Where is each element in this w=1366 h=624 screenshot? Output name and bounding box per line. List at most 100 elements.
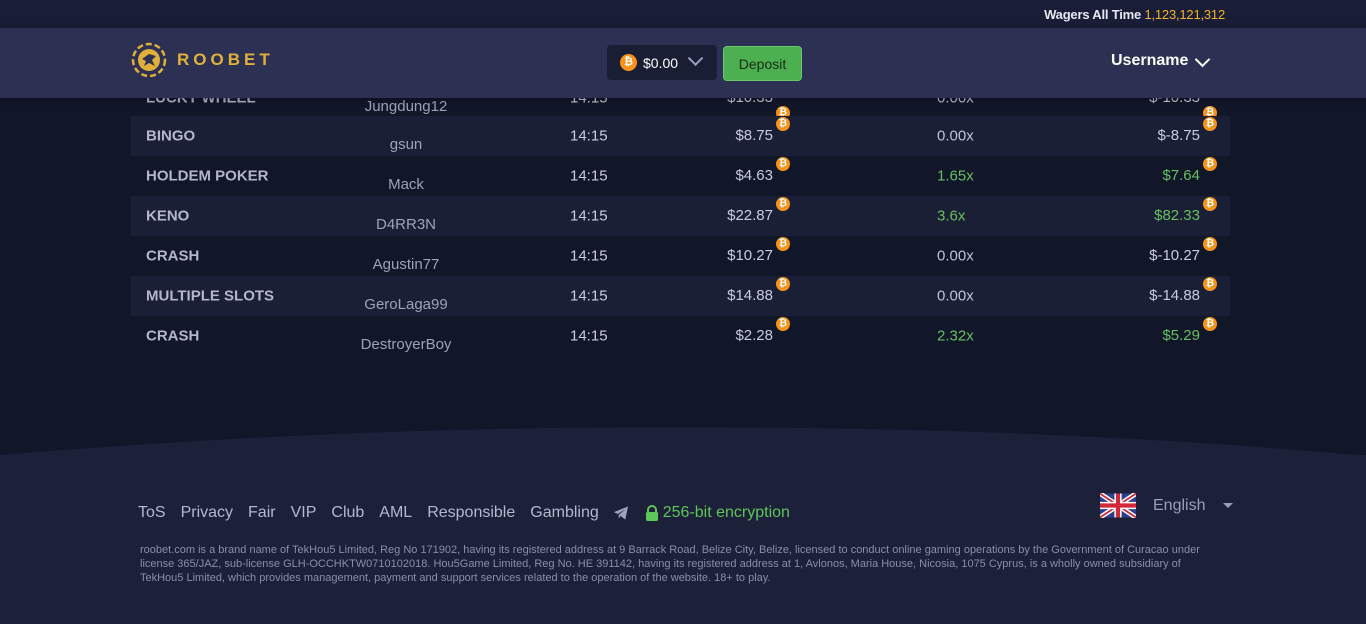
- payout-cell: $5.29₿: [1162, 317, 1217, 345]
- payout-amount: $82.33: [1154, 207, 1200, 224]
- payout-amount: $5.29: [1162, 327, 1200, 344]
- username[interactable]: GeroLaga99: [364, 296, 447, 313]
- bet-time: 14:15: [570, 167, 608, 185]
- payout-amount: $-14.88: [1149, 287, 1200, 304]
- bitcoin-icon: ₿: [776, 157, 790, 171]
- multiplier: 2.32x: [937, 327, 974, 345]
- bitcoin-icon: ₿: [1203, 117, 1217, 131]
- wagers-label: Wagers All Time: [1044, 7, 1142, 22]
- bitcoin-icon: ₿: [1203, 157, 1217, 171]
- game-name[interactable]: KENO: [146, 208, 189, 225]
- bet-amount: $4.63: [735, 167, 773, 184]
- top-strip: Wagers All Time 1,123,121,312: [0, 0, 1366, 28]
- logo-text: ROOBET: [177, 50, 274, 69]
- game-name[interactable]: MULTIPLE SLOTS: [146, 288, 274, 305]
- footer-link-responsible[interactable]: Responsible: [427, 504, 515, 522]
- payout-cell: $-14.88₿: [1149, 277, 1217, 305]
- footer-link-tos[interactable]: ToS: [138, 504, 166, 522]
- footer-link-privacy[interactable]: Privacy: [181, 504, 233, 522]
- site-header: ROOBET ₿ $0.00 Deposit Username: [0, 28, 1366, 98]
- payout-amount: $-8.75: [1157, 127, 1200, 144]
- footer-link-gambling[interactable]: Gambling: [530, 504, 598, 522]
- bet-time: 14:15: [570, 207, 608, 225]
- table-row: HOLDEM POKER Mack 14:15 $4.63₿ 1.65x $7.64₿: [131, 156, 1230, 196]
- chevron-down-icon: [687, 50, 704, 67]
- bitcoin-icon: ₿: [776, 237, 790, 251]
- payout-cell: $-8.75₿: [1157, 117, 1217, 145]
- bet-amount: $8.75: [735, 127, 773, 144]
- chevron-down-icon[interactable]: [1194, 51, 1211, 68]
- bet-amount: $22.87: [727, 207, 773, 224]
- uk-flag-icon: [1100, 493, 1136, 518]
- footer-link-fair[interactable]: Fair: [248, 504, 276, 522]
- lock-icon: [645, 505, 658, 521]
- deposit-button[interactable]: Deposit: [723, 46, 802, 81]
- legal-text: roobet.com is a brand name of TekHou5 Li…: [140, 544, 1200, 584]
- wagers-all-time: Wagers All Time 1,123,121,312: [1044, 7, 1225, 22]
- table-row: KENO D4RR3N 14:15 $22.87₿ 3.6x $82.33₿: [131, 196, 1230, 236]
- bet-amount: $14.88: [727, 287, 773, 304]
- bitcoin-icon: ₿: [776, 197, 790, 211]
- payout-amount: $-10.27: [1149, 247, 1200, 264]
- bet-amount: $2.28: [735, 327, 773, 344]
- bitcoin-icon: ₿: [1203, 197, 1217, 211]
- game-name[interactable]: HOLDEM POKER: [146, 168, 269, 185]
- footer-links: ToS Privacy Fair VIP Club AML Responsibl…: [138, 504, 790, 522]
- multiplier: 0.00x: [937, 247, 974, 265]
- bet-amount-cell: $4.63₿: [735, 157, 790, 185]
- username-menu[interactable]: Username: [1111, 52, 1188, 70]
- username[interactable]: Jungdung12: [365, 98, 448, 115]
- telegram-icon[interactable]: [613, 506, 629, 520]
- payout-amount: $7.64: [1162, 167, 1200, 184]
- username[interactable]: Agustin77: [373, 256, 440, 273]
- username[interactable]: gsun: [390, 136, 423, 153]
- bet-time: 14:15: [570, 287, 608, 305]
- bitcoin-icon: ₿: [776, 317, 790, 331]
- username[interactable]: DestroyerBoy: [361, 336, 452, 353]
- footer-link-aml[interactable]: AML: [379, 504, 412, 522]
- bitcoin-icon: ₿: [776, 277, 790, 291]
- username[interactable]: D4RR3N: [376, 216, 436, 233]
- game-name[interactable]: CRASH: [146, 328, 199, 345]
- bitcoin-icon: ₿: [1203, 317, 1217, 331]
- table-row: BINGO gsun 14:15 $8.75₿ 0.00x $-8.75₿: [131, 116, 1230, 156]
- payout-cell: $82.33₿: [1154, 197, 1217, 225]
- multiplier: 1.65x: [937, 167, 974, 185]
- balance-selector[interactable]: ₿ $0.00: [607, 45, 717, 80]
- bet-amount-cell: $2.28₿: [735, 317, 790, 345]
- bet-amount-cell: $10.27₿: [727, 237, 790, 265]
- game-name[interactable]: BINGO: [146, 128, 195, 145]
- multiplier: 0.00x: [937, 127, 974, 145]
- multiplier: 3.6x: [937, 207, 966, 225]
- bitcoin-icon: ₿: [1203, 237, 1217, 251]
- roobet-logo-icon: [131, 42, 167, 78]
- encryption-label: 256-bit encryption: [662, 504, 790, 521]
- bet-amount-cell: $22.87₿: [727, 197, 790, 225]
- bet-amount-cell: $8.75₿: [735, 117, 790, 145]
- footer-link-vip[interactable]: VIP: [291, 504, 317, 522]
- bet-amount-cell: $14.88₿: [727, 277, 790, 305]
- table-row: MULTIPLE SLOTS GeroLaga99 14:15 $14.88₿ 0.00…: [131, 276, 1230, 316]
- footer-wave: [0, 427, 1366, 460]
- logo[interactable]: ROOBET: [131, 42, 274, 78]
- bitcoin-icon: ₿: [1203, 277, 1217, 291]
- payout-cell: $7.64₿: [1162, 157, 1217, 185]
- table-row: CRASH Agustin77 14:15 $10.27₿ 0.00x $-10.27₿: [131, 236, 1230, 276]
- payout-cell: $-10.27₿: [1149, 237, 1217, 265]
- bitcoin-icon: ₿: [620, 54, 637, 71]
- bet-time: 14:15: [570, 247, 608, 265]
- footer-link-club[interactable]: Club: [331, 504, 364, 522]
- bet-time: 14:15: [570, 327, 608, 345]
- bet-amount: $10.27: [727, 247, 773, 264]
- bets-table: LUCKY WHEELJungdung1214:15$10.33₿0.00x$-…: [131, 78, 1230, 356]
- caret-down-icon: [1223, 503, 1234, 508]
- bitcoin-icon: ₿: [776, 117, 790, 131]
- game-name[interactable]: CRASH: [146, 248, 199, 265]
- balance-amount: $0.00: [643, 54, 679, 71]
- bet-time: 14:15: [570, 127, 608, 145]
- multiplier: 0.00x: [937, 287, 974, 305]
- table-row: CRASH DestroyerBoy 14:15 $2.28₿ 2.32x $5.29₿: [131, 316, 1230, 356]
- username[interactable]: Mack: [388, 176, 424, 193]
- wagers-value: 1,123,121,312: [1144, 7, 1225, 22]
- language-selector[interactable]: English: [1100, 493, 1234, 518]
